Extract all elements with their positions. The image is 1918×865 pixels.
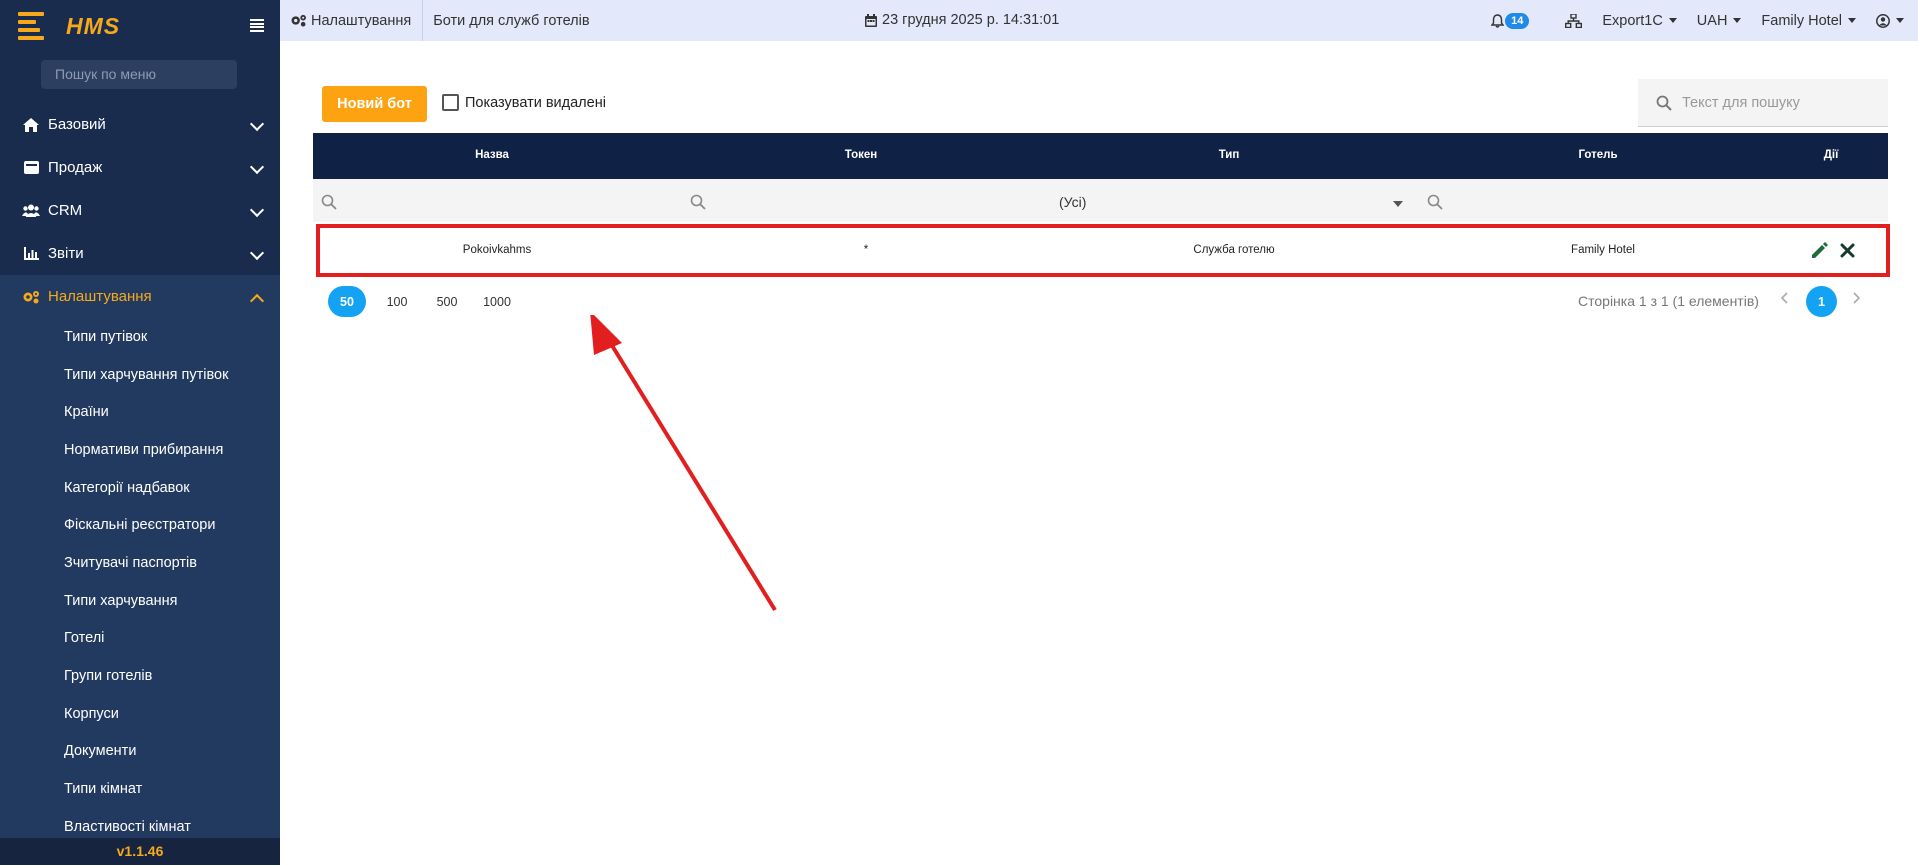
logo-icon [18, 12, 46, 40]
chevron-right-icon[interactable] [1851, 291, 1861, 310]
delete-icon[interactable] [1840, 243, 1855, 263]
calendar-icon [865, 13, 877, 27]
datetime-text: 23 грудня 2025 р. 14:31:01 [882, 12, 1060, 28]
breadcrumb-section-label: Налаштування [311, 12, 412, 29]
hotel-dropdown[interactable]: Family Hotel [1761, 13, 1856, 29]
bell-icon [1491, 13, 1505, 28]
sidebar-item-label: Звіти [48, 245, 84, 262]
sidebar-item-reports[interactable]: Звіти [0, 232, 280, 275]
chevron-down-icon [249, 245, 265, 261]
gears-icon [290, 14, 307, 27]
settings-submenu: Типи путівок Типи харчування путівок Кра… [0, 318, 280, 846]
submenu-item[interactable]: Фіскальні реєстратори [0, 506, 280, 544]
caret-down-icon [1668, 18, 1677, 23]
sidebar-item-sales[interactable]: Продаж [0, 146, 280, 189]
currency-dropdown[interactable]: UAH [1697, 13, 1742, 29]
filter-name-search-icon[interactable] [321, 194, 337, 215]
topbar: Налаштування Боти для служб готелів 23 г… [280, 0, 1918, 41]
filter-type-select[interactable]: (Усі) [1059, 194, 1086, 210]
currency-label: UAH [1696, 12, 1728, 29]
submenu-item[interactable]: Групи готелів [0, 657, 280, 695]
notifications-button[interactable]: 14 [1491, 12, 1530, 29]
column-header-token[interactable]: Токен [845, 149, 877, 161]
sidebar-item-label: Налаштування [48, 288, 152, 305]
submenu-item[interactable]: Країни [0, 393, 280, 431]
menu-search-input[interactable] [41, 60, 237, 89]
submenu-item[interactable]: Зчитувачі паспортів [0, 544, 280, 582]
sidebar: HMS Базовий Продаж CRM [0, 0, 280, 865]
topbar-right: 14 Export1C UAH Family Hotel [1491, 0, 1904, 41]
bar-chart-icon [22, 246, 40, 262]
wallet-icon [22, 160, 40, 176]
grid-filter-row: (Усі) [313, 179, 1888, 222]
grid-search-input[interactable]: Текст для пошуку [1638, 79, 1888, 127]
export-label: Export1C [1602, 12, 1663, 29]
edit-icon[interactable] [1810, 240, 1830, 265]
gears-icon [22, 289, 40, 305]
show-deleted-toggle[interactable]: Показувати видалені [442, 94, 606, 111]
sidebar-item-label: Базовий [48, 116, 106, 133]
chevron-down-icon [249, 202, 265, 218]
export-dropdown[interactable]: Export1C [1602, 12, 1677, 29]
chevron-up-icon [249, 293, 265, 309]
network-icon[interactable] [1565, 13, 1583, 28]
logo-row: HMS [0, 0, 280, 52]
user-dropdown[interactable] [1876, 13, 1904, 28]
sidebar-menu: Базовий Продаж CRM Звіти Налаштування Ти… [0, 103, 280, 846]
datetime: 23 грудня 2025 р. 14:31:01 [865, 12, 1059, 28]
submenu-item[interactable]: Типи путівок [0, 318, 280, 356]
notifications-badge: 14 [1505, 12, 1530, 29]
page-size-option[interactable]: 50 [328, 286, 366, 317]
show-deleted-label: Показувати видалені [465, 94, 606, 111]
grid-search-placeholder: Текст для пошуку [1682, 94, 1800, 111]
submenu-item[interactable]: Корпуси [0, 695, 280, 733]
app-version: v1.1.46 [0, 838, 280, 865]
column-header-actions: Дії [1823, 149, 1839, 161]
breadcrumb-section[interactable]: Налаштування [280, 0, 424, 41]
hamburger-icon[interactable] [250, 19, 264, 32]
filter-hotel-search-icon[interactable] [1427, 194, 1443, 215]
page-info: Сторінка 1 з 1 (1 елементів) [1578, 293, 1759, 309]
user-icon [1876, 13, 1890, 28]
caret-down-icon [1733, 18, 1742, 23]
page-current[interactable]: 1 [1806, 286, 1837, 317]
page-size-selector: 50 100 500 1000 [328, 286, 528, 317]
chevron-left-icon[interactable] [1780, 291, 1790, 310]
annotation-arrow [590, 315, 777, 612]
grid-header: Назва Токен Тип Готель Дії [313, 133, 1888, 179]
hotel-label: Family Hotel [1761, 12, 1842, 29]
page-size-option[interactable]: 100 [378, 286, 416, 317]
submenu-item[interactable]: Типи харчування путівок [0, 356, 280, 394]
chevron-down-icon [249, 116, 265, 132]
chevron-down-icon [249, 159, 265, 175]
caret-down-icon[interactable] [1393, 201, 1403, 207]
breadcrumb-page: Боти для служб готелів [433, 12, 590, 29]
page-size-option[interactable]: 500 [428, 286, 466, 317]
logo-text: HMS [66, 12, 121, 39]
column-header-type[interactable]: Тип [1219, 149, 1240, 161]
caret-down-icon [1848, 18, 1856, 23]
sidebar-item-basic[interactable]: Базовий [0, 103, 280, 146]
caret-down-icon [1896, 18, 1904, 23]
home-icon [22, 117, 40, 133]
submenu-item[interactable]: Документи [0, 733, 280, 771]
submenu-item[interactable]: Нормативи прибирання [0, 431, 280, 469]
submenu-item[interactable]: Категорії надбавок [0, 469, 280, 507]
column-header-name[interactable]: Назва [475, 149, 509, 161]
submenu-item[interactable]: Типи кімнат [0, 770, 280, 808]
highlight-box [316, 224, 1890, 277]
users-icon [22, 203, 40, 219]
new-bot-button[interactable]: Новий бот [322, 86, 427, 122]
sidebar-item-label: Продаж [48, 159, 103, 176]
sidebar-item-settings[interactable]: Налаштування [0, 275, 280, 318]
submenu-item[interactable]: Типи харчування [0, 582, 280, 620]
show-deleted-checkbox[interactable] [442, 94, 459, 111]
page-size-option[interactable]: 1000 [478, 286, 516, 317]
sidebar-item-label: CRM [48, 202, 83, 219]
sidebar-item-crm[interactable]: CRM [0, 189, 280, 232]
search-icon [1656, 95, 1672, 111]
column-header-hotel[interactable]: Готель [1578, 149, 1617, 161]
submenu-item[interactable]: Готелі [0, 620, 280, 658]
filter-token-search-icon[interactable] [690, 194, 706, 215]
